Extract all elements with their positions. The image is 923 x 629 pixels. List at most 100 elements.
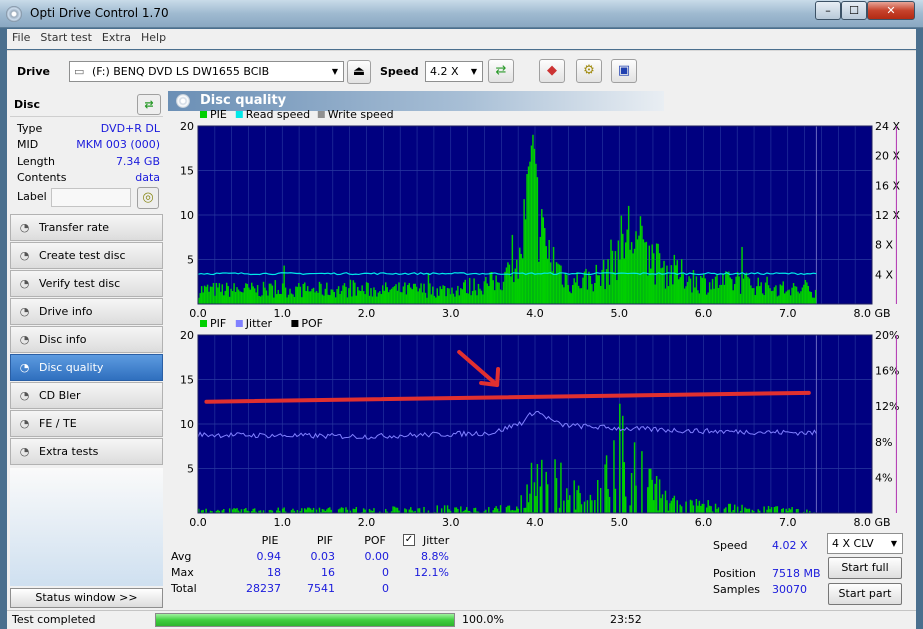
bar (616, 280, 618, 304)
nav-item-extra-tests[interactable]: ◔ Extra tests (10, 438, 163, 465)
bar (789, 295, 792, 304)
drive-select[interactable]: ▭ (F:) BENQ DVD LS DW1655 BCIB ▼ (69, 61, 344, 82)
bar (296, 286, 299, 304)
elapsed-time: 23:52 (610, 613, 642, 626)
disc-label-button[interactable]: ◎ (137, 187, 159, 209)
bar (390, 288, 393, 304)
bar (520, 495, 522, 513)
minimize-button[interactable]: – (815, 1, 841, 20)
bar (720, 284, 723, 304)
nav-item-label: Create test disc (39, 249, 126, 262)
transfer-rate-icon: ◔ (19, 221, 30, 234)
bar (218, 283, 221, 304)
test-mode-select[interactable]: 4 X CLV ▼ (827, 533, 903, 554)
bar (544, 228, 546, 304)
bar (713, 288, 715, 304)
bar (629, 249, 631, 304)
bar (482, 294, 484, 304)
y-tick-left: 20 (180, 120, 194, 133)
bar (655, 475, 658, 513)
bar (202, 292, 204, 304)
bar (526, 174, 528, 304)
nav-item-disc-info[interactable]: ◔ Disc info (10, 326, 163, 353)
menu-start-test[interactable]: Start test (35, 29, 97, 46)
bar (664, 490, 667, 513)
bar (607, 489, 609, 513)
nav-item-label: Transfer rate (39, 221, 110, 234)
bar (542, 217, 545, 304)
nav-item-drive-info[interactable]: ◔ Drive info (10, 298, 163, 325)
bar (530, 145, 533, 304)
bar (692, 270, 695, 304)
bar (348, 288, 350, 304)
bar (597, 480, 599, 513)
bar (613, 272, 615, 304)
bar (669, 274, 671, 304)
menu-file[interactable]: File (7, 29, 35, 46)
bar (639, 216, 642, 304)
menu-extra[interactable]: Extra (97, 29, 136, 46)
bar (701, 277, 704, 304)
jitter-checkbox[interactable]: ✓ (403, 534, 415, 546)
status-window-button[interactable]: Status window >> (10, 588, 163, 608)
bar (399, 292, 402, 304)
bar (661, 494, 664, 513)
eject-icon: ⏏ (352, 64, 366, 79)
bar (797, 508, 799, 513)
bar (477, 283, 480, 304)
bar (228, 508, 231, 513)
disc-label-input[interactable] (51, 188, 131, 207)
bar (485, 277, 487, 304)
start-part-button[interactable]: Start part (828, 583, 902, 605)
bar (767, 506, 770, 513)
bar (243, 508, 246, 513)
bar (773, 287, 776, 304)
refresh-button[interactable]: ⇄ (488, 59, 514, 83)
bar (253, 288, 256, 304)
bar (549, 262, 552, 304)
bar (283, 265, 285, 304)
maximize-button[interactable]: ☐ (841, 1, 867, 20)
eject-button[interactable]: ⏏ (347, 60, 371, 84)
settings-button[interactable]: ⚙ (576, 59, 602, 83)
nav-item-transfer-rate[interactable]: ◔ Transfer rate (10, 214, 163, 241)
legend-swatch (235, 320, 243, 327)
bar (270, 283, 272, 304)
start-full-button[interactable]: Start full (828, 557, 902, 579)
bar (365, 282, 368, 304)
bar (704, 278, 706, 304)
nav-item-fe-te[interactable]: ◔ FE / TE (10, 410, 163, 437)
close-button[interactable]: ✕ (867, 1, 915, 20)
bar (471, 290, 474, 304)
nav-item-verify-test-disc[interactable]: ◔ Verify test disc (10, 270, 163, 297)
bar (430, 294, 433, 304)
bar (760, 282, 762, 304)
bar (323, 509, 325, 513)
disc-refresh-button[interactable]: ⇄ (137, 94, 161, 115)
drive-info-icon: ◔ (19, 305, 30, 318)
x-tick: 7.0 (779, 307, 797, 320)
bar (373, 287, 375, 304)
bar (741, 504, 743, 513)
nav-item-cd-bler[interactable]: ◔ CD Bler (10, 382, 163, 409)
bar (736, 506, 739, 513)
bar (677, 279, 680, 304)
bar (703, 274, 705, 304)
bar (329, 507, 331, 513)
menu-help[interactable]: Help (136, 29, 171, 46)
bar (401, 292, 403, 304)
x-tick: 3.0 (442, 307, 460, 320)
bar (742, 278, 745, 304)
bar (736, 272, 739, 304)
bar (305, 509, 307, 513)
speed-select[interactable]: 4.2 X ▼ (425, 61, 483, 82)
nav-item-create-test-disc[interactable]: ◔ Create test disc (10, 242, 163, 269)
erase-button[interactable]: ◆ (539, 59, 565, 83)
bar (274, 280, 277, 304)
save-button[interactable]: ▣ (611, 59, 637, 83)
bar (763, 295, 765, 304)
nav-item-disc-quality[interactable]: ◔ Disc quality (10, 354, 163, 381)
bar (410, 507, 412, 513)
nav-item-label: Extra tests (39, 445, 99, 458)
bar (461, 289, 464, 304)
